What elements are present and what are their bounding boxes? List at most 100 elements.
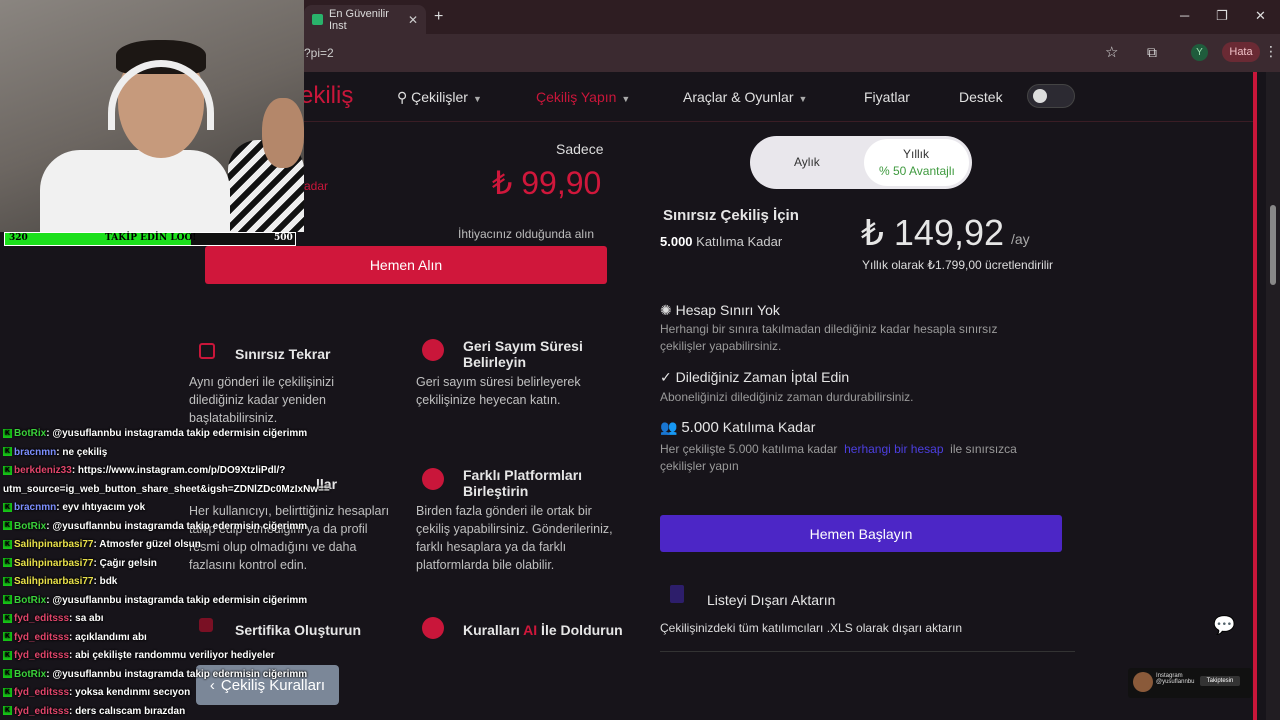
chat-message: Kfyd_editsss: ders calıscam bırazdan xyxy=(3,706,185,717)
chat-message: Kbracnmn: ne çekiliş xyxy=(3,447,107,458)
chat-username: Salihpinarbasi77 xyxy=(14,576,94,587)
instagram-handle: Instagram @yusuflannbu xyxy=(1156,673,1195,685)
chat-message: K Salihpinarbasi77: Atmosfer güzel olsun xyxy=(3,539,201,550)
bookmark-star-icon[interactable]: ☆ xyxy=(1105,43,1118,61)
nav-support[interactable]: Destek xyxy=(959,89,1003,105)
chat-username: BotRix xyxy=(14,594,47,606)
kick-badge-icon: K xyxy=(3,428,12,438)
feature-title: Kuralları AI İle Doldurun xyxy=(463,622,623,638)
chat-text: : açıklandımı abı xyxy=(69,631,147,643)
plan-price: ₺ 149,92 xyxy=(861,212,1005,253)
chat-text: : sa abı xyxy=(69,613,104,624)
export-desc: Çekilişinizdeki tüm katılımcıları .XLS o… xyxy=(660,621,963,635)
feature-title: Sınırsız Tekrar xyxy=(235,346,331,362)
chat-text: : ders calıscam bırazdan xyxy=(69,705,186,717)
site-favicon-icon xyxy=(312,14,323,25)
address-bar-input[interactable]: ?pi=2 xyxy=(304,46,334,60)
any-account-link[interactable]: herhangi bir hesap xyxy=(844,442,943,456)
chat-message: Kbracnmn: eyv ıhtıyacım yok xyxy=(3,502,145,513)
file-icon xyxy=(670,585,684,603)
kick-badge-icon: K xyxy=(3,706,12,716)
maximize-button[interactable]: ❐ xyxy=(1216,8,1228,24)
chat-username: Salihpinarbasi77 xyxy=(14,539,94,550)
chat-text: : @yusuflannbu instagramda takip edermis… xyxy=(46,668,308,680)
yearly-billing-note: Yıllık olarak ₺1.799,00 ücretlendirilir xyxy=(862,258,1054,272)
chat-message: Kfyd_editsss: yoksa kendınmı secıyon xyxy=(3,687,190,698)
minimize-button[interactable]: ─ xyxy=(1180,8,1189,23)
chat-text: : eyv ıhtıyacım yok xyxy=(56,502,146,513)
section-divider xyxy=(660,651,1075,652)
tab-close-icon[interactable]: ✕ xyxy=(408,13,418,27)
instagram-follow-badge: Takiptesin xyxy=(1200,676,1240,686)
nav-giveaways[interactable]: ⚲ Çekilişler ▼ xyxy=(397,89,482,106)
chat-message: K BotRix: @yusuflannbu instagramda takip … xyxy=(3,595,307,606)
kick-badge-icon: K xyxy=(3,687,12,697)
search-icon: ⚲ xyxy=(397,89,408,105)
feature-desc: Birden fazla gönderi ile ortak bir çekili… xyxy=(416,504,613,572)
profile-avatar[interactable]: Y xyxy=(1191,44,1208,61)
benefit-title: 👥 5.000 Katılıma Kadar xyxy=(660,419,816,436)
kick-badge-icon: K xyxy=(3,595,12,605)
plan-need-text: İhtiyacınız olduğunda alın xyxy=(458,227,595,241)
chat-text: : https://www.instagram.com/p/DO9XtzliPd… xyxy=(71,465,286,476)
window-close-button[interactable]: ✕ xyxy=(1255,8,1266,24)
benefit-desc: Aboneliğinizi dilediğiniz zaman durdurab… xyxy=(660,390,914,404)
chat-username: BotRix xyxy=(14,520,47,532)
chat-username: fyd_editsss xyxy=(14,631,70,643)
chat-text: : @yusuflannbu instagramda takip edermis… xyxy=(46,520,308,532)
chat-message: Kfyd_editsss: sa abı xyxy=(3,613,104,624)
chat-username: fyd_editsss xyxy=(14,687,70,698)
chat-message: K Salihpinarbasi77: bdk xyxy=(3,576,117,587)
chat-username: Salihpinarbasi77 xyxy=(14,557,94,569)
kick-badge-icon: K xyxy=(3,669,12,679)
chat-text: : Çağır gelsin xyxy=(93,557,157,569)
chat-message: K BotRix: @yusuflannbu instagramda takip … xyxy=(3,521,307,532)
chevron-down-icon: ▼ xyxy=(621,94,631,104)
chat-message: K BotRix: @yusuflannbu instagramda takip … xyxy=(3,428,307,439)
kick-badge-icon: K xyxy=(3,613,12,623)
kick-badge-icon: K xyxy=(3,632,12,642)
scrollbar-thumb[interactable] xyxy=(1270,205,1276,285)
start-now-button[interactable]: Hemen Başlayın xyxy=(660,515,1062,552)
error-button[interactable]: Hata xyxy=(1222,42,1260,62)
check-icon: ✓ xyxy=(660,369,672,385)
plan-name: Sınırsız Çekiliş İçin xyxy=(663,207,799,224)
new-tab-button[interactable]: + xyxy=(434,8,443,26)
kick-badge-icon: K xyxy=(3,465,12,475)
chat-text: : @yusuflannbu instagramda takip edermis… xyxy=(46,594,308,606)
chat-text: : abi çekilişte randommu veriliyor hediy… xyxy=(69,650,275,661)
browser-tab[interactable]: En Güvenilir Inst ✕ xyxy=(304,5,426,34)
nav-pricing[interactable]: Fiyatlar xyxy=(864,89,910,105)
chat-text: utm_source=ig_web_button_share_sheet&igs… xyxy=(3,483,330,495)
timer-icon xyxy=(422,339,444,361)
certificate-icon xyxy=(199,618,213,632)
theme-toggle[interactable] xyxy=(1027,84,1075,108)
chat-text: : ne çekiliş xyxy=(56,446,108,458)
nav-make-giveaway[interactable]: Çekiliş Yapın ▼ xyxy=(536,89,630,105)
buy-now-button[interactable]: Hemen Alın xyxy=(205,246,607,284)
kick-badge-icon: K xyxy=(3,650,12,660)
browser-menu-icon[interactable]: ⋮ xyxy=(1264,43,1278,60)
extensions-icon[interactable]: ⧉ xyxy=(1147,44,1157,61)
chat-message: Kfyd_editsss: abi çekilişte randommu ver… xyxy=(3,650,275,661)
nav-tools-games[interactable]: Araçlar & Oyunlar ▼ xyxy=(683,89,807,105)
webcam-overlay xyxy=(0,0,304,232)
nav-tools-games-label: Araçlar & Oyunlar xyxy=(683,89,794,105)
page-edge-accent xyxy=(1253,72,1257,720)
chat-bubble-icon[interactable]: 💬 xyxy=(1213,615,1235,636)
kick-badge-icon: K xyxy=(3,539,12,549)
tab-title: En Güvenilir Inst xyxy=(329,7,389,32)
moon-icon xyxy=(1033,89,1047,103)
badge-icon: ✺ xyxy=(660,302,672,318)
yearly-advantage-badge: % 50 Avantajlı xyxy=(879,164,955,178)
users-icon: 👥 xyxy=(660,419,678,435)
chat-username: bracnmn xyxy=(14,502,57,513)
site-logo[interactable]: ekiliş xyxy=(300,82,353,110)
scrollbar[interactable] xyxy=(1266,72,1280,720)
plan-count-fragment: adar xyxy=(304,179,329,193)
kick-badge-icon: K xyxy=(3,521,12,531)
follow-goal-label: TAKİP EDİN LOO! xyxy=(105,233,197,243)
chevron-down-icon: ▼ xyxy=(798,94,808,104)
billing-monthly-option[interactable]: Aylık xyxy=(794,155,820,169)
export-title: Listeyi Dışarı Aktarın xyxy=(707,592,836,608)
